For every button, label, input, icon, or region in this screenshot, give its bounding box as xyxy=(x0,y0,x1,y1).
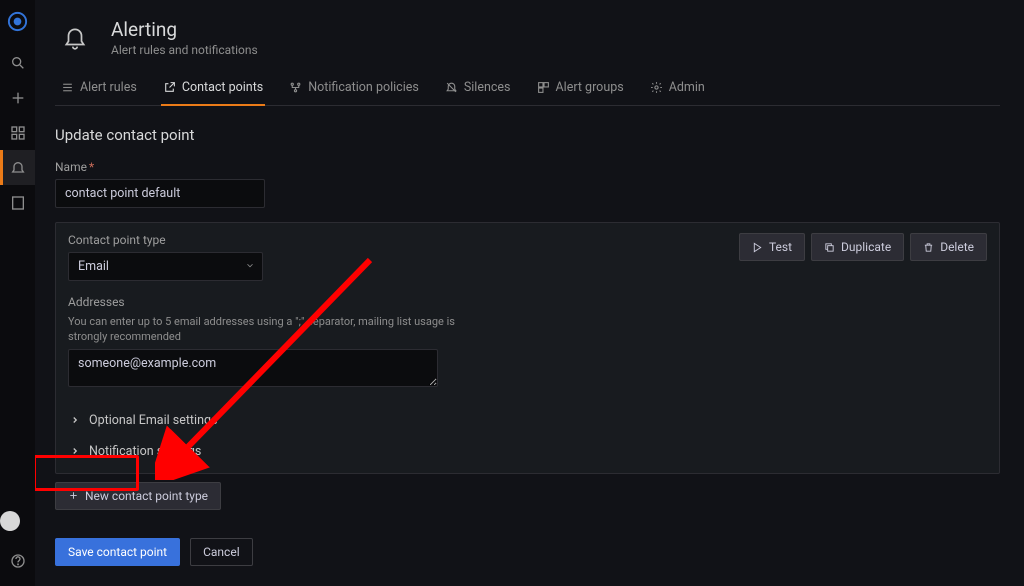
notification-settings-toggle[interactable]: Notification settings xyxy=(68,436,987,467)
tab-admin[interactable]: Admin xyxy=(648,72,707,105)
page-title: Alerting xyxy=(111,19,258,42)
tab-notification-policies[interactable]: Notification policies xyxy=(287,72,421,105)
tab-label: Notification policies xyxy=(308,80,419,95)
panel-actions: Test Duplicate Delete xyxy=(739,233,987,261)
main-content: Alerting Alert rules and notifications A… xyxy=(35,0,1024,586)
bell-icon xyxy=(55,18,95,58)
tab-label: Silences xyxy=(464,80,511,95)
button-label: Delete xyxy=(940,240,974,254)
duplicate-button[interactable]: Duplicate xyxy=(811,233,904,261)
new-contact-point-type-button[interactable]: New contact point type xyxy=(55,482,221,510)
type-label: Contact point type xyxy=(68,233,739,247)
page-subtitle: Alert rules and notifications xyxy=(111,43,258,57)
search-icon[interactable] xyxy=(0,45,35,80)
section-title: Update contact point xyxy=(55,126,1000,144)
tab-label: Alert groups xyxy=(556,80,624,95)
page-header: Alerting Alert rules and notifications xyxy=(55,18,1000,58)
button-label: Duplicate xyxy=(841,240,891,254)
optional-email-settings-toggle[interactable]: Optional Email settings xyxy=(68,405,987,436)
tab-label: Admin xyxy=(669,80,705,95)
button-label: Save contact point xyxy=(68,545,167,559)
collapse-label: Notification settings xyxy=(89,444,201,459)
dashboards-icon[interactable] xyxy=(0,115,35,150)
test-button[interactable]: Test xyxy=(739,233,805,261)
contact-point-panel: Contact point type Email Addresses You c… xyxy=(55,222,1000,474)
alerting-icon[interactable] xyxy=(0,150,35,185)
button-label: Test xyxy=(769,240,792,254)
name-field-group: Name* xyxy=(55,160,1000,208)
save-contact-point-button[interactable]: Save contact point xyxy=(55,538,180,566)
addresses-label: Addresses xyxy=(68,295,739,309)
logo-icon[interactable] xyxy=(0,4,35,39)
tab-alert-groups[interactable]: Alert groups xyxy=(535,72,626,105)
tab-label: Contact points xyxy=(182,80,263,95)
tab-contact-points[interactable]: Contact points xyxy=(161,72,265,105)
addresses-input[interactable]: someone@example.com xyxy=(68,349,438,387)
addresses-desc: You can enter up to 5 email addresses us… xyxy=(68,314,468,345)
server-icon[interactable] xyxy=(0,185,35,220)
delete-button[interactable]: Delete xyxy=(910,233,987,261)
avatar[interactable] xyxy=(0,511,20,531)
tab-silences[interactable]: Silences xyxy=(443,72,513,105)
cancel-button[interactable]: Cancel xyxy=(190,538,253,566)
name-input[interactable] xyxy=(55,179,265,208)
type-select[interactable]: Email xyxy=(68,252,263,281)
tab-label: Alert rules xyxy=(80,80,137,95)
plus-icon[interactable] xyxy=(0,80,35,115)
tabs: Alert rules Contact points Notification … xyxy=(55,72,1000,106)
nav-sidebar xyxy=(0,0,35,586)
button-label: Cancel xyxy=(203,545,240,559)
name-label: Name* xyxy=(55,160,1000,174)
button-label: New contact point type xyxy=(85,489,208,503)
collapse-label: Optional Email settings xyxy=(89,413,217,428)
tab-alert-rules[interactable]: Alert rules xyxy=(59,72,139,105)
help-icon[interactable] xyxy=(0,543,35,578)
